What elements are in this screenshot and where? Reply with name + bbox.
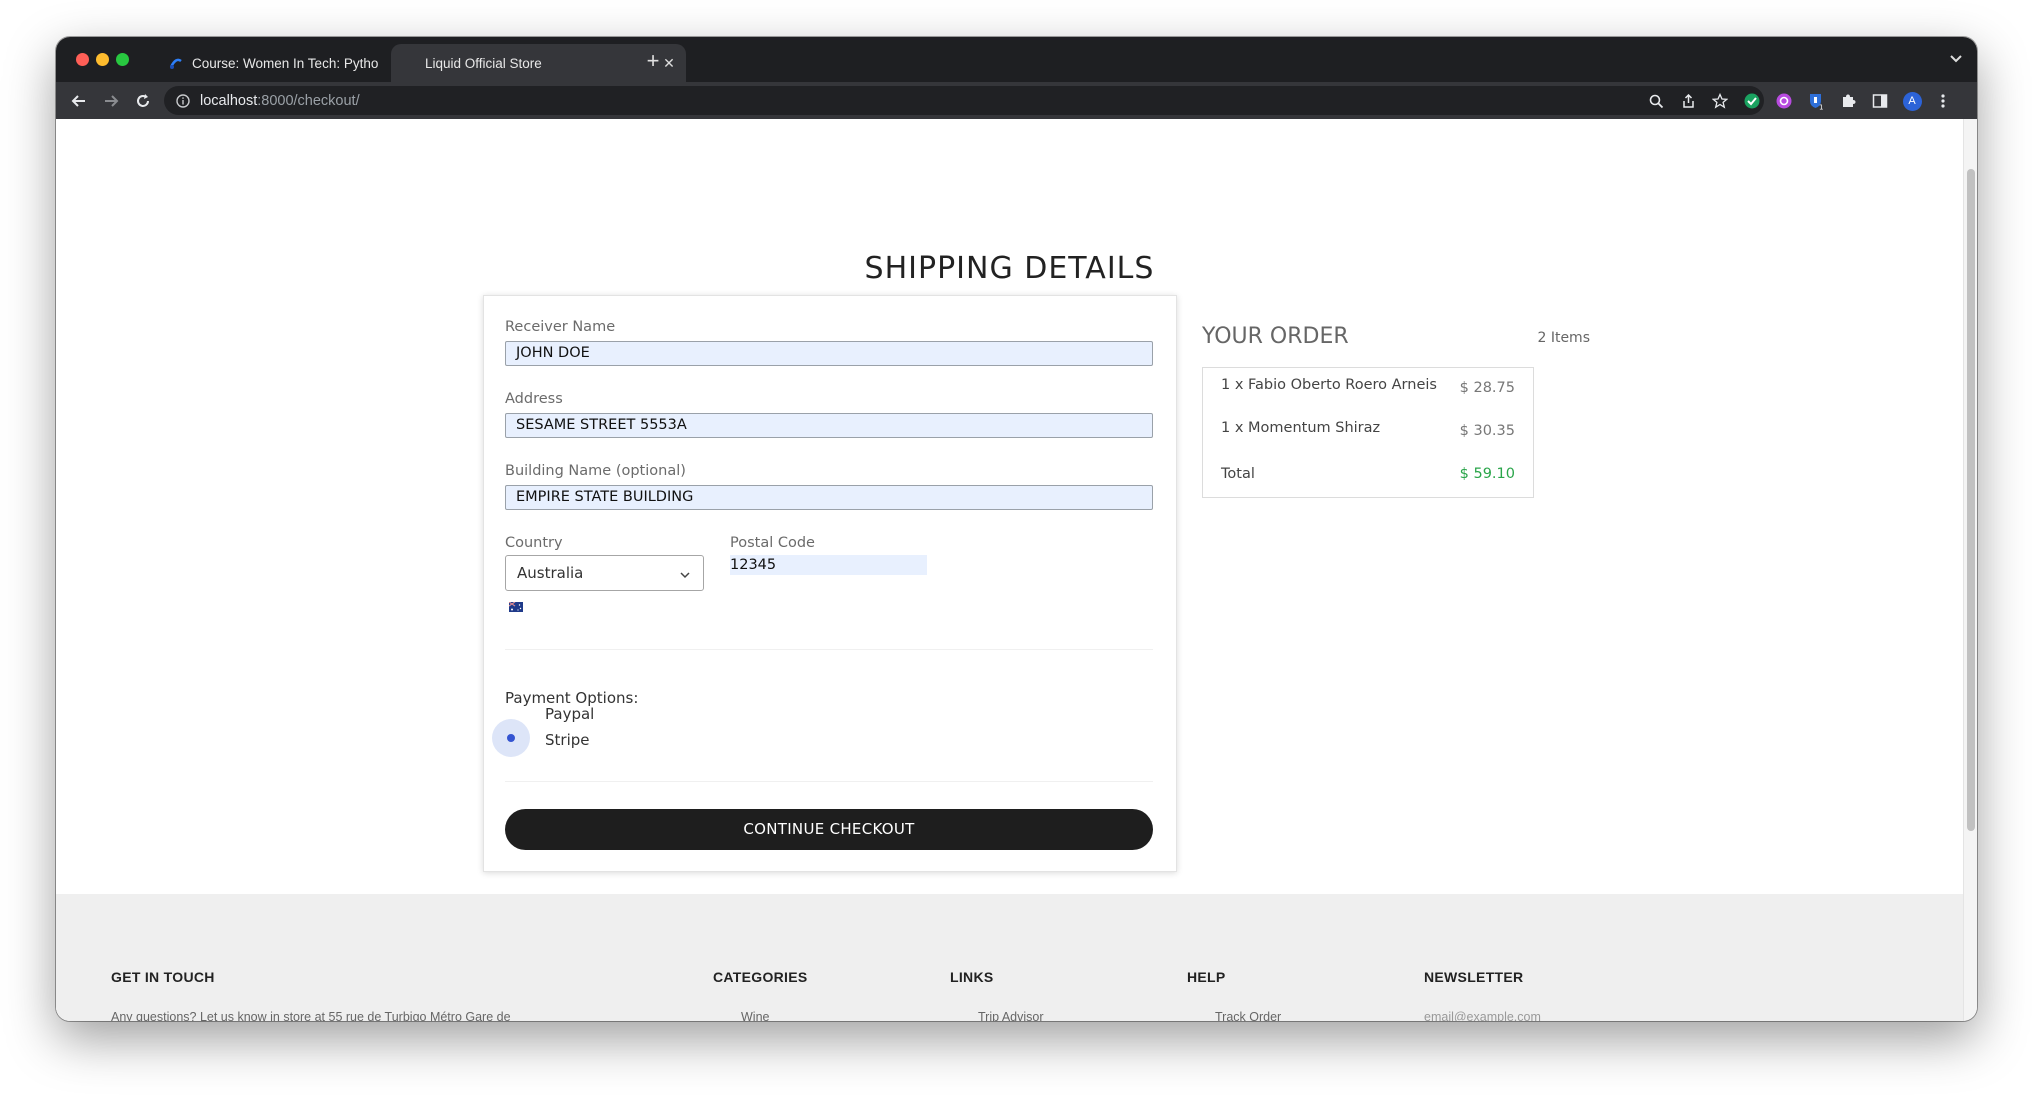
tab-search-chevron-icon[interactable] bbox=[1949, 51, 1963, 70]
site-footer: GET IN TOUCH Any questions? Let us know … bbox=[56, 894, 1963, 1021]
bookmark-star-icon[interactable] bbox=[1710, 91, 1730, 111]
close-window-icon[interactable] bbox=[76, 53, 89, 66]
profile-avatar[interactable]: A bbox=[1902, 91, 1922, 111]
postal-code-field[interactable]: 12345 bbox=[730, 555, 927, 575]
kebab-menu-icon[interactable] bbox=[1933, 91, 1953, 111]
order-item-price: $ 28.75 bbox=[1459, 380, 1515, 396]
order-item-count: 2 Items bbox=[1537, 330, 1590, 346]
address-bar[interactable]: localhost:8000/checkout/ bbox=[164, 86, 1764, 115]
scrollbar-thumb[interactable] bbox=[1967, 169, 1975, 831]
extension-badge: 1 bbox=[1819, 104, 1823, 111]
country-label: Country bbox=[505, 535, 563, 551]
footer-link[interactable]: Trip Advisor bbox=[978, 1010, 1044, 1021]
share-icon[interactable] bbox=[1678, 91, 1698, 111]
payment-option-stripe[interactable]: Stripe bbox=[545, 731, 590, 749]
profile-initial: A bbox=[1902, 91, 1922, 111]
radio-selected-dot bbox=[507, 734, 515, 742]
course-favicon-icon bbox=[168, 55, 184, 71]
address-field[interactable]: SESAME STREET 5553A bbox=[505, 413, 1153, 438]
footer-category-link[interactable]: Wine bbox=[741, 1010, 769, 1021]
page-scrollbar[interactable] bbox=[1963, 119, 1977, 1021]
divider bbox=[505, 649, 1153, 650]
country-value: Australia bbox=[517, 564, 584, 582]
newsletter-email-input[interactable]: email@example.com bbox=[1424, 1010, 1541, 1021]
chevron-down-icon bbox=[679, 567, 691, 585]
url-host: localhost bbox=[200, 92, 258, 109]
order-title: YOUR ORDER bbox=[1202, 324, 1349, 349]
minimize-window-icon[interactable] bbox=[96, 53, 109, 66]
receiver-name-label: Receiver Name bbox=[505, 319, 616, 335]
order-item-price: $ 30.35 bbox=[1459, 423, 1515, 439]
reload-icon[interactable] bbox=[130, 88, 156, 114]
footer-help-heading: HELP bbox=[1187, 969, 1226, 985]
building-name-field[interactable]: EMPIRE STATE BUILDING bbox=[505, 485, 1153, 510]
order-item-name: 1 x Fabio Oberto Roero Arneis bbox=[1221, 377, 1437, 393]
url-path: :8000/checkout/ bbox=[257, 92, 360, 109]
page-title: SHIPPING DETAILS bbox=[864, 251, 1155, 286]
payment-option-paypal[interactable]: Paypal bbox=[545, 705, 594, 723]
back-arrow-icon[interactable] bbox=[66, 88, 92, 114]
zoom-icon[interactable] bbox=[1646, 91, 1666, 111]
site-info-icon[interactable] bbox=[176, 93, 190, 108]
footer-get-in-touch-heading: GET IN TOUCH bbox=[111, 969, 215, 985]
order-summary: 1 x Fabio Oberto Roero Arneis $ 28.75 1 … bbox=[1202, 367, 1534, 498]
order-total-label: Total bbox=[1221, 466, 1255, 482]
side-panel-icon[interactable] bbox=[1870, 91, 1890, 111]
footer-links-heading: LINKS bbox=[950, 969, 994, 985]
tab-title: Liquid Official Store bbox=[425, 55, 542, 71]
extension-purple-icon[interactable] bbox=[1774, 91, 1794, 111]
australia-flag-icon bbox=[508, 599, 523, 612]
receiver-name-field[interactable]: JOHN DOE bbox=[505, 341, 1153, 366]
maximize-window-icon[interactable] bbox=[116, 53, 129, 66]
tab-strip: Course: Women In Tech: Pytho ✕ Liquid Of… bbox=[56, 37, 1977, 82]
address-label: Address bbox=[505, 391, 563, 407]
browser-toolbar: localhost:8000/checkout/ 1 A bbox=[56, 82, 1977, 119]
extension-green-icon[interactable] bbox=[1742, 91, 1762, 111]
footer-help-link[interactable]: Track Order bbox=[1215, 1010, 1281, 1021]
page-content: SHIPPING DETAILS Receiver Name JOHN DOE … bbox=[56, 119, 1963, 1021]
footer-categories-heading: CATEGORIES bbox=[713, 969, 808, 985]
footer-newsletter-heading: NEWSLETTER bbox=[1424, 969, 1524, 985]
postal-code-label: Postal Code bbox=[730, 535, 815, 551]
footer-contact-text: Any questions? Let us know in store at 5… bbox=[111, 1010, 511, 1021]
puzzle-extensions-icon[interactable] bbox=[1838, 91, 1858, 111]
forward-arrow-icon[interactable] bbox=[98, 88, 124, 114]
building-name-label: Building Name (optional) bbox=[505, 463, 686, 479]
new-tab-button[interactable]: + bbox=[640, 49, 666, 75]
browser-window: Course: Women In Tech: Pytho ✕ Liquid Of… bbox=[56, 37, 1977, 1021]
divider bbox=[505, 781, 1153, 782]
order-total-value: $ 59.10 bbox=[1459, 466, 1515, 482]
country-select[interactable]: Australia bbox=[505, 555, 704, 591]
shipping-form: Receiver Name JOHN DOE Address SESAME ST… bbox=[483, 295, 1177, 872]
tab-title: Course: Women In Tech: Pytho bbox=[192, 55, 379, 71]
extension-shield-icon[interactable]: 1 bbox=[1806, 91, 1826, 111]
order-item-name: 1 x Momentum Shiraz bbox=[1221, 420, 1381, 436]
continue-checkout-button[interactable]: CONTINUE CHECKOUT bbox=[505, 809, 1153, 850]
